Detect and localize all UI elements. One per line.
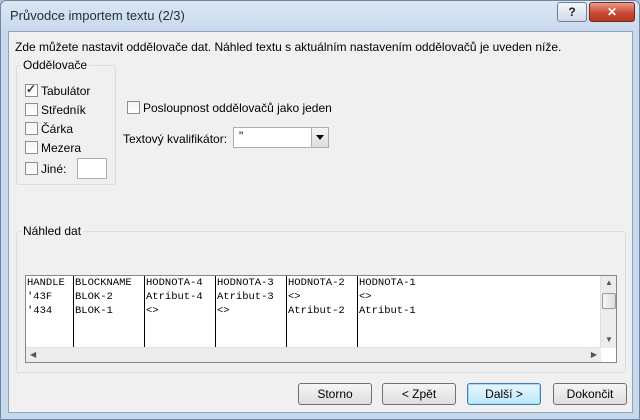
scroll-up-icon[interactable]: ▲ — [605, 278, 613, 287]
column-header: HANDLE — [27, 277, 65, 289]
back-button[interactable]: < Zpět — [382, 383, 456, 405]
column-cell: <> — [288, 291, 301, 303]
description-text: Zde můžete nastavit oddělovače dat. Náhl… — [15, 40, 562, 54]
label-text-qualifier: Textový kvalifikátor: — [123, 132, 228, 146]
checkbox-semicolon[interactable] — [25, 103, 38, 116]
checkbox-consecutive[interactable] — [127, 101, 140, 114]
cancel-button[interactable]: Storno — [298, 383, 372, 405]
close-button[interactable]: ✕ — [589, 2, 635, 22]
column-cell: Atribut-1 — [359, 305, 416, 317]
column-cell: <> — [217, 305, 230, 317]
column-cell: '434 — [27, 305, 53, 317]
preview-legend: Náhled dat — [21, 224, 84, 238]
column-cell: Atribut-3 — [217, 291, 274, 303]
finish-button[interactable]: Dokončit — [553, 383, 627, 405]
import-wizard-dialog: Průvodce importem textu (2/3) ? ✕ Zde mů… — [0, 0, 640, 420]
horizontal-scrollbar[interactable]: ◀ ▶ — [26, 347, 601, 362]
dialog-body: Zde můžete nastavit oddělovače dat. Náhl… — [8, 31, 633, 413]
dialog-title: Průvodce importem textu (2/3) — [10, 8, 185, 23]
label-consecutive[interactable]: Posloupnost oddělovačů jako jeden — [143, 101, 332, 115]
delimiters-legend: Oddělovače — [21, 58, 90, 72]
scroll-thumb[interactable] — [602, 293, 616, 309]
next-button[interactable]: Další > — [467, 383, 541, 405]
column-cell: BLOK-1 — [75, 305, 113, 317]
column-header: HODNOTA-2 — [288, 277, 345, 289]
column-cell: <> — [146, 305, 159, 317]
column-cell: '43F — [27, 291, 53, 303]
text-qualifier-select[interactable]: " — [233, 127, 329, 148]
label-semicolon[interactable]: Středník — [41, 103, 86, 117]
preview-column[interactable]: HODNOTA-3 Atribut-3 <> — [216, 276, 287, 348]
preview-column[interactable]: HODNOTA-1 <> Atribut-1 — [358, 276, 600, 348]
scroll-right-icon[interactable]: ▶ — [591, 350, 597, 359]
checkbox-comma[interactable] — [25, 122, 38, 135]
label-comma[interactable]: Čárka — [41, 122, 73, 136]
column-header: HODNOTA-3 — [217, 277, 274, 289]
column-cell: BLOK-2 — [75, 291, 113, 303]
chevron-down-icon[interactable] — [311, 128, 328, 147]
column-cell: Atribut-2 — [288, 305, 345, 317]
column-cell: Atribut-4 — [146, 291, 203, 303]
preview-columns: HANDLE '43F '434 BLOCKNAME BLOK-2 BLOK-1… — [26, 276, 601, 348]
label-tab[interactable]: Tabulátor — [41, 84, 90, 98]
preview-column[interactable]: HANDLE '43F '434 — [26, 276, 74, 348]
preview-column[interactable]: HODNOTA-2 <> Atribut-2 — [287, 276, 358, 348]
text-qualifier-value: " — [239, 129, 244, 143]
title-bar: Průvodce importem textu (2/3) ? ✕ — [1, 1, 639, 31]
column-header: HODNOTA-4 — [146, 277, 203, 289]
scroll-left-icon[interactable]: ◀ — [30, 350, 36, 359]
column-header: HODNOTA-1 — [359, 277, 416, 289]
checkbox-other[interactable] — [25, 162, 38, 175]
column-cell: <> — [359, 291, 372, 303]
help-button[interactable]: ? — [557, 2, 587, 22]
scroll-down-icon[interactable]: ▼ — [605, 335, 613, 344]
preview-column[interactable]: HODNOTA-4 Atribut-4 <> — [145, 276, 216, 348]
checkbox-tab[interactable] — [25, 82, 38, 97]
checkbox-space[interactable] — [25, 141, 38, 154]
column-header: BLOCKNAME — [75, 277, 132, 289]
label-other[interactable]: Jiné: — [41, 162, 66, 176]
vertical-scrollbar[interactable]: ▲ ▼ — [600, 276, 616, 348]
preview-column[interactable]: BLOCKNAME BLOK-2 BLOK-1 — [74, 276, 145, 348]
label-space[interactable]: Mezera — [41, 141, 81, 155]
other-delimiter-input[interactable] — [77, 158, 107, 179]
data-preview-panel[interactable]: HANDLE '43F '434 BLOCKNAME BLOK-2 BLOK-1… — [25, 275, 617, 363]
